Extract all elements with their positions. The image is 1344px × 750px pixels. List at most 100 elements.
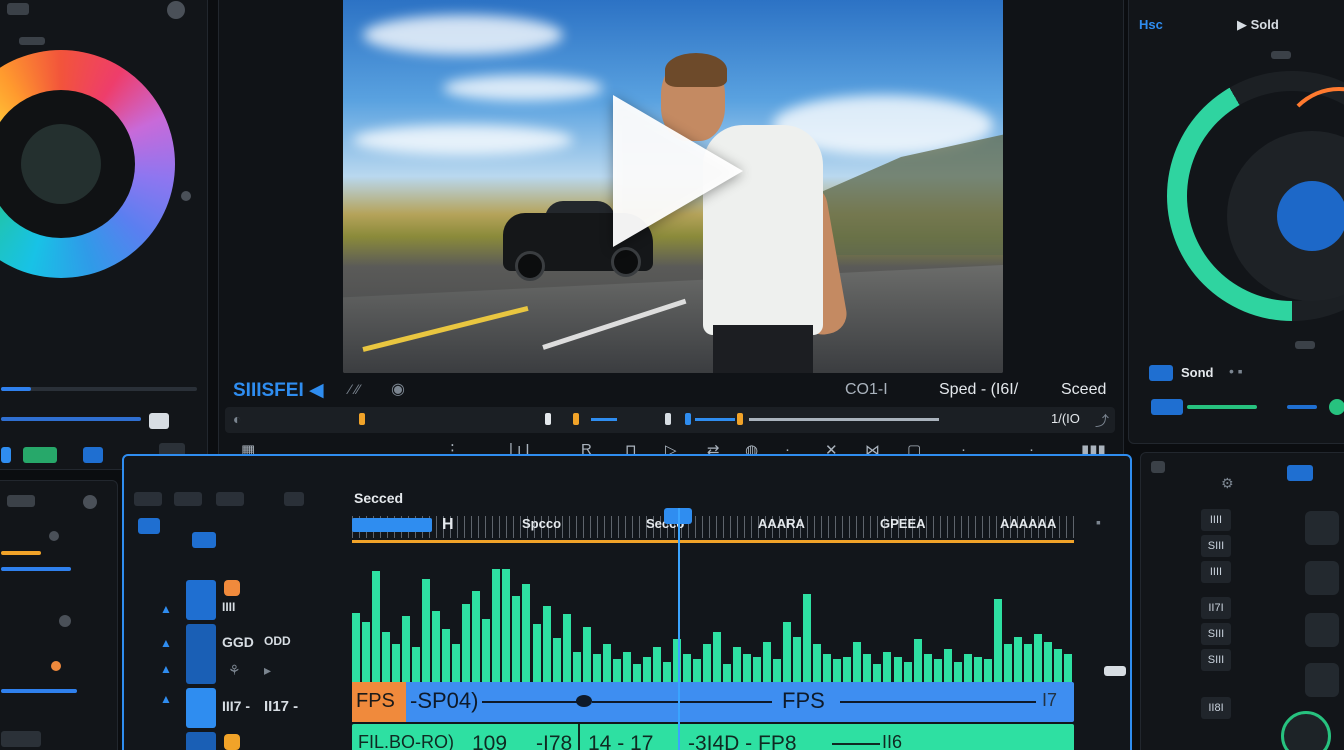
mixer-value[interactable]: II7I: [1201, 597, 1231, 619]
mixer-button[interactable]: [1305, 511, 1339, 545]
marker[interactable]: [737, 413, 743, 425]
panel-settings-button[interactable]: [167, 1, 185, 19]
gain-slider-handle[interactable]: [149, 413, 169, 429]
timeline-title: Secced: [354, 490, 404, 506]
lift-slider[interactable]: [1, 387, 197, 391]
track-toggle[interactable]: [192, 532, 216, 548]
inspector-option[interactable]: [83, 495, 97, 509]
track-toggle[interactable]: [138, 518, 160, 534]
mixer-button[interactable]: [1305, 613, 1339, 647]
track-up-icon[interactable]: ▲: [160, 636, 172, 650]
mixer-value[interactable]: II8I: [1201, 697, 1231, 719]
track-up-icon[interactable]: ▲: [160, 662, 172, 676]
track-header-pill[interactable]: [186, 732, 216, 750]
audio-waveform[interactable]: [352, 556, 1074, 682]
track-label: ODD: [264, 634, 291, 648]
track-up-icon[interactable]: ▲: [160, 602, 172, 616]
marker[interactable]: [573, 413, 579, 425]
color-wheel[interactable]: [0, 50, 175, 278]
timeline-zoom-handle[interactable]: [1104, 666, 1126, 676]
track-header-pill[interactable]: [186, 688, 216, 728]
waveform-bar: [953, 661, 962, 682]
gain-slider[interactable]: [1, 417, 141, 421]
mixer-value[interactable]: SIII: [1201, 649, 1231, 671]
toolbar-button[interactable]: [7, 3, 29, 15]
mixer-knob[interactable]: [1281, 711, 1331, 750]
mode-button-1[interactable]: [1, 447, 11, 463]
loop-icon[interactable]: ◉: [391, 379, 405, 399]
play-icon[interactable]: [613, 95, 743, 247]
scrub-marker[interactable]: [359, 413, 365, 425]
mixer-option[interactable]: [1151, 461, 1165, 473]
mixer-value[interactable]: SIII: [1201, 623, 1231, 645]
speed-control[interactable]: Sceed: [1061, 381, 1106, 399]
marker[interactable]: [665, 413, 671, 425]
scope-option[interactable]: [1271, 51, 1291, 59]
mixer-button[interactable]: [1305, 663, 1339, 697]
playhead-marker[interactable]: [685, 413, 691, 425]
param-slider[interactable]: [1, 567, 71, 571]
track-header-pill[interactable]: [186, 624, 216, 684]
timeline-tab[interactable]: [216, 492, 244, 506]
track-mute-icon[interactable]: ▸: [264, 662, 271, 679]
timeline-tab[interactable]: [134, 492, 162, 506]
inspector-button[interactable]: [7, 495, 35, 507]
keyframe-dot[interactable]: [51, 661, 61, 671]
waveform-bar: [873, 664, 882, 682]
audio-clip-label: FIL.BO-RO): [358, 732, 455, 750]
mixer-mode-button[interactable]: [1287, 465, 1313, 481]
scope-tab-2[interactable]: ▶ Sold: [1237, 17, 1279, 33]
ruler-label: H: [442, 516, 454, 533]
clip-fps-tag: FPS: [352, 682, 406, 722]
timeline-tab[interactable]: [174, 492, 202, 506]
playhead[interactable]: [678, 508, 680, 750]
mode-button-2[interactable]: [23, 447, 57, 463]
scope-level-slider[interactable]: [1187, 405, 1257, 409]
waveform-bar: [853, 641, 862, 682]
param-dot[interactable]: [49, 531, 59, 541]
track-lock-icon[interactable]: ⚘: [228, 662, 241, 679]
car-wheel: [515, 251, 545, 281]
scrub-bar[interactable]: ◐ 1/(IO ⤴: [225, 407, 1115, 433]
track-record-button[interactable]: [224, 580, 240, 596]
in-point-marker[interactable]: [545, 413, 551, 425]
video-clip[interactable]: FPS -SP04) FPS I7: [352, 682, 1074, 722]
mixer-settings-icon[interactable]: ⚙: [1221, 475, 1234, 492]
mixer-button[interactable]: [1305, 561, 1339, 595]
video-preview[interactable]: [343, 0, 1003, 373]
inspector-footer-button[interactable]: [1, 731, 41, 747]
clip-keyframe[interactable]: [576, 695, 592, 707]
scope-toggle[interactable]: [1151, 399, 1183, 415]
scrub-start-icon[interactable]: ◐: [233, 411, 241, 427]
timeline-tab[interactable]: [284, 492, 304, 506]
track-header-pill[interactable]: [186, 580, 216, 620]
param-slider[interactable]: [1, 551, 41, 555]
param-reset[interactable]: [59, 615, 71, 627]
color-wheel-center-point[interactable]: [21, 124, 101, 204]
scope-more-icon[interactable]: • ▪: [1229, 363, 1243, 379]
scope-slider-2[interactable]: [1287, 405, 1317, 409]
scope-status-dot[interactable]: [1329, 399, 1344, 415]
wheel-mode-toggle[interactable]: [19, 37, 45, 45]
mixer-value[interactable]: SIII: [1201, 535, 1231, 557]
wheel-reset-dot[interactable]: [181, 191, 191, 201]
waveform-bar: [542, 606, 551, 682]
waveform-bar: [843, 656, 852, 682]
ruler-menu-icon[interactable]: ▪: [1096, 514, 1101, 530]
waveform-bar: [833, 659, 842, 682]
scrub-menu-icon[interactable]: ⤴: [1095, 411, 1109, 431]
gain-slider-fill: [1, 417, 141, 421]
waveform-bar: [622, 651, 631, 682]
mixer-value[interactable]: IIII: [1201, 509, 1231, 531]
track-up-icon[interactable]: ▲: [160, 692, 172, 706]
scope-option[interactable]: [1295, 341, 1315, 349]
audio-clip[interactable]: FIL.BO-RO) 109 -I78 14 - 17 -3I4D - FP8 …: [352, 724, 1074, 750]
track-solo-button[interactable]: [224, 734, 240, 750]
timeline-ruler[interactable]: H Spcco Secco AAARA GPEEA AAAAAA: [352, 516, 1074, 550]
mode-button-3[interactable]: [83, 447, 103, 463]
param-slider[interactable]: [1, 689, 77, 693]
mixer-value[interactable]: IIII: [1201, 561, 1231, 583]
scope-mode-button[interactable]: [1149, 365, 1173, 381]
marker-icon[interactable]: ⁄ ⁄⁄: [349, 381, 360, 397]
scope-tab-1[interactable]: Hsc: [1139, 17, 1163, 32]
